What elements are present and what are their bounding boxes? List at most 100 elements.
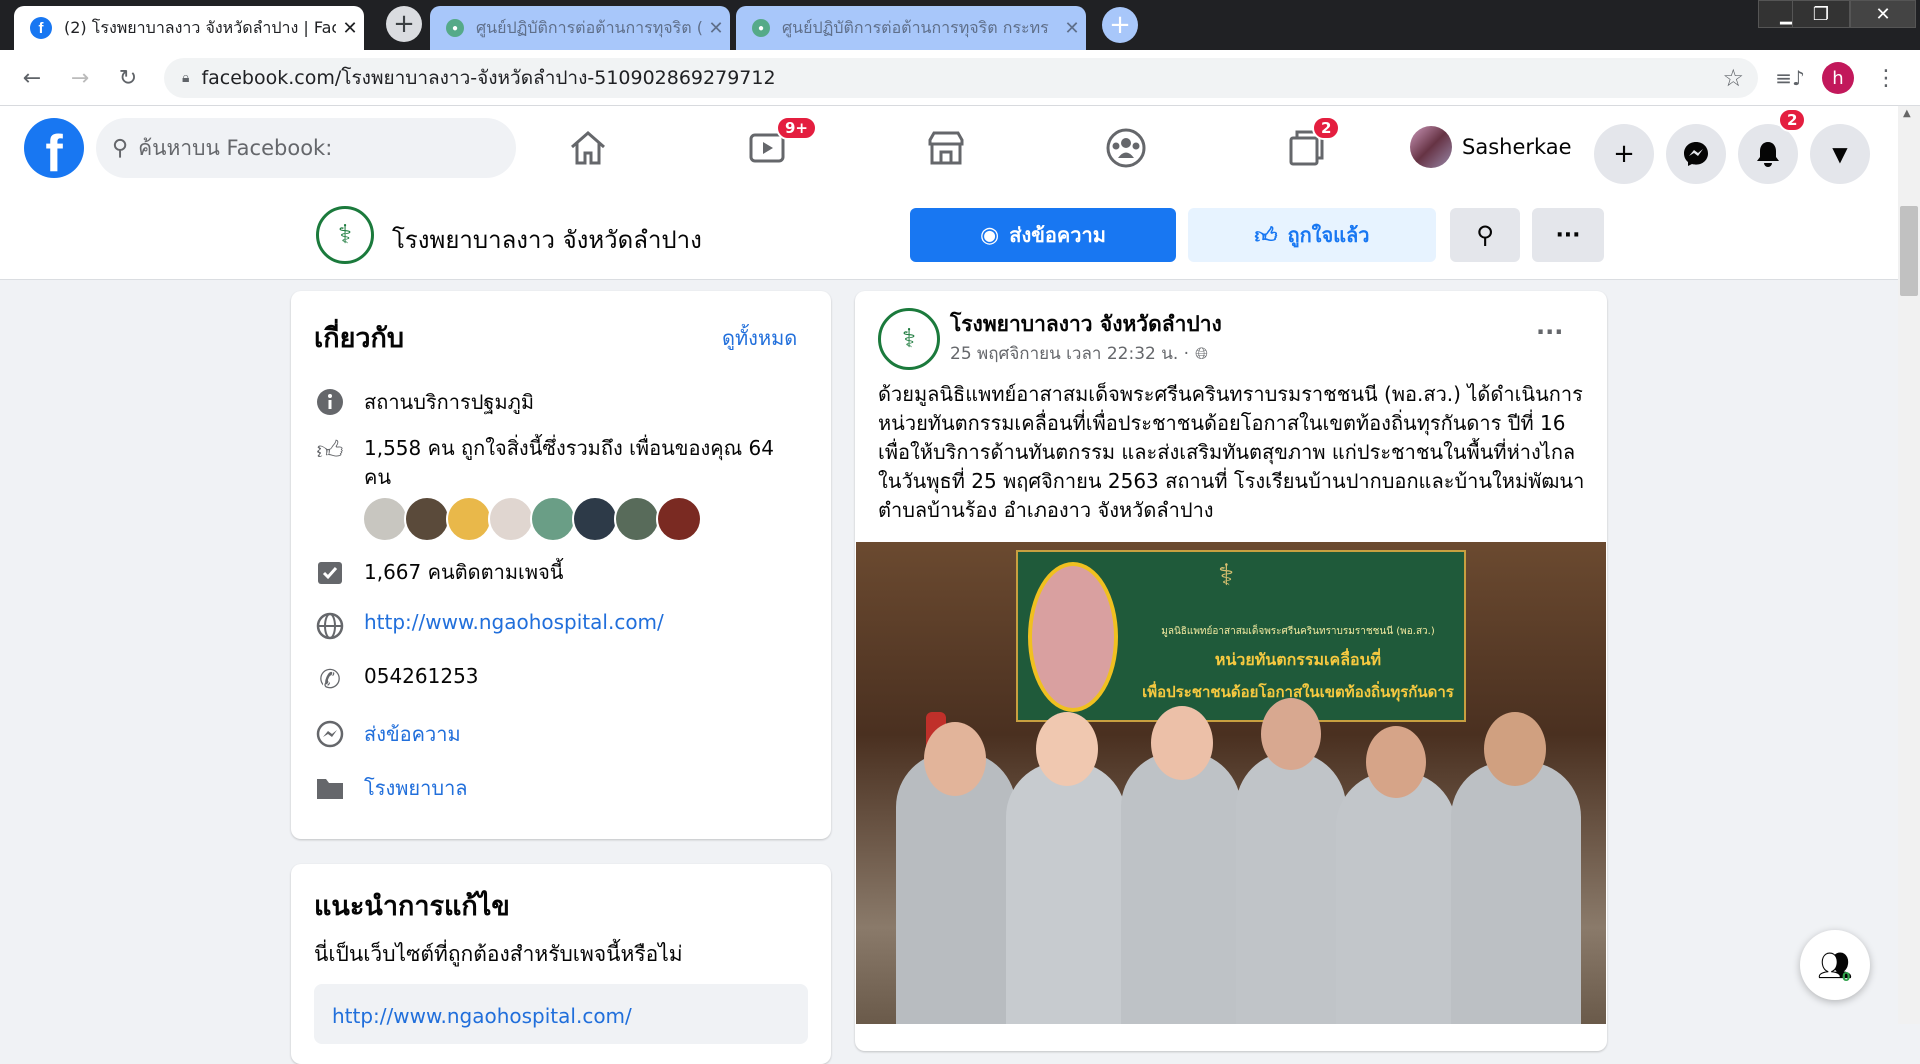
user-profile-link[interactable]: Sasherkae xyxy=(1410,126,1572,168)
back-icon[interactable]: ← xyxy=(16,62,48,94)
group-photo-people xyxy=(876,698,1606,1024)
facebook-header: f ⚲ ค้นหาบน Facebook: 9+ 2 Sasherkae + 2… xyxy=(0,106,1898,190)
pages-badge: 2 xyxy=(1312,116,1341,140)
facebook-search-input[interactable]: ⚲ ค้นหาบน Facebook: xyxy=(96,118,516,178)
notifications-icon[interactable] xyxy=(1738,124,1798,184)
chat-online-count: 0 xyxy=(1842,970,1851,984)
profile-avatar[interactable]: h xyxy=(1822,62,1854,94)
followers-text: 1,667 คนติดตามเพจนี้ xyxy=(364,560,564,584)
restore-icon[interactable]: ❐ xyxy=(1792,0,1850,28)
search-placeholder: ค้นหาบน Facebook: xyxy=(138,135,333,160)
facebook-logo-icon[interactable]: f xyxy=(24,118,84,178)
tab-active[interactable]: f (2) โรงพยาบาลงาว จังหวัดลำปาง | Fac ✕ xyxy=(14,6,364,50)
post-author[interactable]: โรงพยาบาลงาว จังหวัดลำปาง xyxy=(950,308,1222,341)
page-type-link[interactable]: โรงพยาบาล xyxy=(364,772,468,804)
hospital-logo-icon[interactable]: ⚕ xyxy=(316,206,374,264)
friend-avatar[interactable] xyxy=(656,496,702,542)
category-text: สถานบริการปฐมภูมิ xyxy=(364,390,535,414)
messenger-icon: ◉ xyxy=(980,222,1000,248)
tab-title: ศูนย์ปฏิบัติการต่อต้านการทุจริต กระทร xyxy=(782,17,1049,37)
notifications-badge: 2 xyxy=(1778,108,1807,132)
url-text: facebook.com/โรงพยาบาลงาว-จังหวัดลำปาง-5… xyxy=(201,67,776,89)
address-bar[interactable]: 🔒︎ facebook.com/โรงพยาบาลงาว-จังหวัดลำปา… xyxy=(164,58,1758,98)
banner-line2: หน่วยทันตกรรมเคลื่อนที่ xyxy=(1214,650,1382,669)
facebook-favicon-icon: f xyxy=(30,17,52,39)
new-tab-button[interactable]: + xyxy=(386,6,422,42)
person-head xyxy=(1151,706,1213,780)
about-likes-row: 👍︎ 1,558 คน ถูกใจสิ่งนี้ซึ่งรวมถึง เพื่อ… xyxy=(314,434,804,492)
post-author-logo-icon[interactable]: ⚕ xyxy=(878,308,940,370)
messenger-icon[interactable] xyxy=(1666,124,1726,184)
friend-avatar[interactable] xyxy=(614,496,660,542)
suggest-url[interactable]: http://www.ngaohospital.com/ xyxy=(332,1004,632,1028)
about-type-row: โรงพยาบาล xyxy=(314,772,468,804)
photo-banner: ⚕ มูลนิธิแพทย์อาสาสมเด็จพระศรีนครินทราบร… xyxy=(1016,550,1466,722)
page-search-icon[interactable]: ⚲ xyxy=(1450,208,1520,262)
user-name: Sasherkae xyxy=(1462,135,1572,159)
post-text: ด้วยมูลนิธิแพทย์อาสาสมเด็จพระศรีนครินทรา… xyxy=(878,382,1585,522)
post-more-icon[interactable]: ··· xyxy=(1536,318,1563,346)
friend-avatar[interactable] xyxy=(530,496,576,542)
watch-badge: 9+ xyxy=(776,116,818,140)
friend-avatar[interactable] xyxy=(404,496,450,542)
more-options-icon[interactable]: ··· xyxy=(1532,208,1604,262)
close-window-icon[interactable]: ✕ xyxy=(1850,0,1916,28)
contacts-chat-button[interactable]: 👥︎ 0 xyxy=(1800,930,1870,1000)
suggest-title: แนะนำการแก้ไข xyxy=(314,891,510,922)
see-all-link[interactable]: ดูทั้งหมด xyxy=(722,322,797,354)
scroll-up-arrow-icon[interactable]: ▲ xyxy=(1903,108,1911,119)
close-tab-icon[interactable]: ✕ xyxy=(702,18,730,39)
globe-icon xyxy=(314,610,346,642)
search-icon: ⚲ xyxy=(112,135,129,161)
person-head xyxy=(1366,726,1426,798)
friend-avatar[interactable] xyxy=(488,496,534,542)
create-button[interactable]: + xyxy=(1594,124,1654,184)
about-category-row: สถานบริการปฐมภูมิ xyxy=(314,386,534,418)
bookmark-star-icon[interactable]: ☆ xyxy=(1722,64,1744,92)
folder-icon xyxy=(314,772,346,804)
close-tab-icon[interactable]: ✕ xyxy=(336,18,364,39)
friend-avatar[interactable] xyxy=(362,496,408,542)
close-tab-icon[interactable]: ✕ xyxy=(1058,18,1086,39)
about-followers-row: 1,667 คนติดตามเพจนี้ xyxy=(314,556,563,588)
thumbs-up-icon: 👍︎ xyxy=(316,435,344,466)
send-message-link[interactable]: ส่งข้อความ xyxy=(364,718,461,750)
groups-icon[interactable] xyxy=(1096,122,1156,174)
person-head xyxy=(1036,712,1098,786)
tab-inactive-2[interactable]: ● ศูนย์ปฏิบัติการต่อต้านการทุจริต กระทร … xyxy=(736,6,1086,50)
lock-icon: 🔒︎ xyxy=(182,70,190,86)
page-name[interactable]: โรงพยาบาลงาว จังหวัดลำปาง xyxy=(392,220,702,259)
scrollbar-thumb[interactable] xyxy=(1900,206,1918,296)
thumbs-up-icon: 👍︎ xyxy=(1254,223,1278,249)
liked-button[interactable]: 👍︎ ถูกใจแล้ว xyxy=(1188,208,1436,262)
send-message-button[interactable]: ◉ ส่งข้อความ xyxy=(910,208,1176,262)
forward-icon[interactable]: → xyxy=(64,62,96,94)
home-icon[interactable] xyxy=(558,122,618,174)
tab-title: (2) โรงพยาบาลงาว จังหวัดลำปาง | Fac xyxy=(64,17,336,37)
about-title: เกี่ยวกับ xyxy=(314,323,405,354)
tab-inactive-1[interactable]: ● ศูนย์ปฏิบัติการต่อต้านการทุจริต (ศปท.)… xyxy=(430,6,730,50)
friend-avatar[interactable] xyxy=(446,496,492,542)
site-favicon-icon: ● xyxy=(752,19,770,37)
post-time[interactable]: 25 พฤศจิกายน เวลา 22:32 น. · xyxy=(950,340,1189,367)
banner-portrait xyxy=(1028,562,1118,712)
post-photo[interactable]: ⚕ มูลนิธิแพทย์อาสาสมเด็จพระศรีนครินทราบร… xyxy=(856,542,1606,1024)
friend-avatar[interactable] xyxy=(572,496,618,542)
friend-avatars[interactable] xyxy=(362,496,702,542)
person xyxy=(1121,752,1241,1024)
person-head xyxy=(1484,712,1546,786)
messenger-icon xyxy=(314,718,346,750)
send-message-label: ส่งข้อความ xyxy=(1009,223,1106,247)
person xyxy=(1236,752,1346,1024)
marketplace-icon[interactable] xyxy=(916,122,976,174)
about-website-row: http://www.ngaohospital.com/ xyxy=(314,610,664,642)
website-link[interactable]: http://www.ngaohospital.com/ xyxy=(364,610,664,634)
globe-public-icon: 🌐︎ xyxy=(1195,343,1208,363)
media-queue-icon[interactable]: ≡♪ xyxy=(1774,62,1806,94)
chrome-menu-icon[interactable]: ⋮ xyxy=(1870,62,1902,94)
about-message-row: ส่งข้อความ xyxy=(314,718,461,750)
new-tab-button-2[interactable]: + xyxy=(1102,7,1138,43)
reload-icon[interactable]: ↻ xyxy=(112,62,144,94)
about-phone-row: ✆ 054261253 xyxy=(314,664,478,696)
account-menu-chevron-down-icon[interactable]: ▼ xyxy=(1810,124,1870,184)
